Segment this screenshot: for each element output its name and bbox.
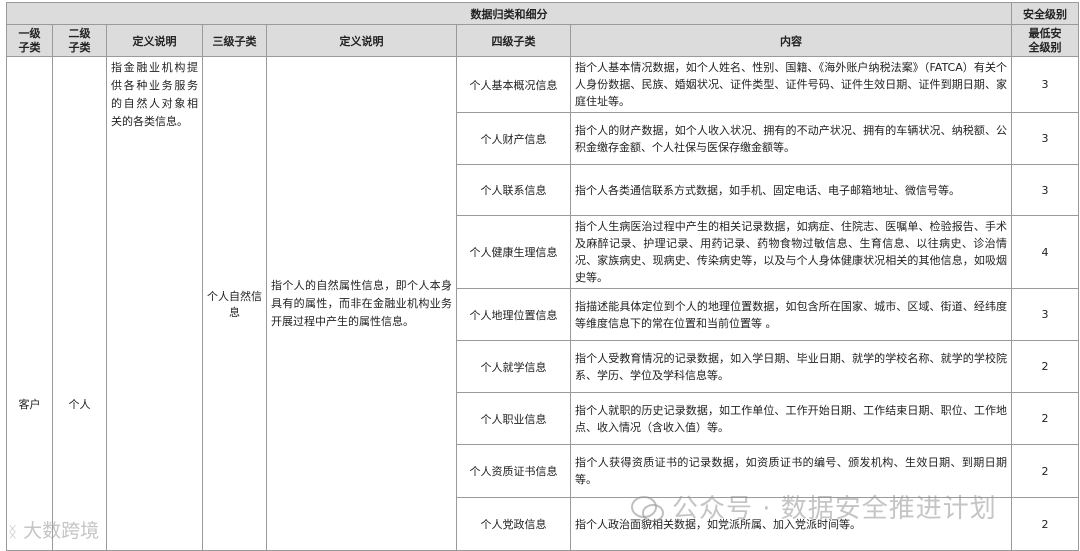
level4-cell: 个人职业信息 [456,392,571,445]
security-level-cell: 2 [1011,497,1080,551]
level4-cell: 个人资质证书信息 [456,444,571,498]
header-row-group: 数据归类和细分 安全级别 [5,2,1080,25]
content-cell: 指个人的财产数据，如个人收入状况、拥有的不动产状况、拥有的车辆状况、纳税额、公积… [569,112,1013,165]
col-level1: 一级 子类 [6,24,53,57]
level4-cell: 个人联系信息 [456,164,571,216]
security-level-cell: 3 [1011,56,1080,113]
level4-cell: 个人就学信息 [456,340,571,393]
level3-def-cell: 指个人的自然属性信息，即个人本身具有的属性，而非在金融业机构业务开展过程中产生的… [266,56,457,551]
security-level-cell: 4 [1011,215,1080,289]
security-level-cell: 3 [1011,164,1080,216]
security-level-cell: 2 [1011,392,1080,445]
level4-cell: 个人党政信息 [456,497,571,551]
data-classification-table: 数据归类和细分 安全级别 一级 子类 二级 子类 定义说明 三级子类 定义说明 … [5,2,1080,551]
security-title: 安全级别 [1011,2,1080,25]
security-level-cell: 2 [1011,444,1080,498]
content-cell: 指个人获得资质证书的记录数据，如资质证书的编号、颁发机构、生效日期、到期日期等。 [569,444,1013,498]
group-title: 数据归类和细分 [5,2,1013,25]
col-content: 内容 [569,24,1013,57]
security-level-cell: 2 [1011,340,1080,393]
level3-cell: 个人自然信息 [202,56,267,551]
table-row: 客户 个人 指金融业机构提供各种业务服务的自然人对象相关的各类信息。 个人自然信息 指个… [6,56,1080,551]
security-level-cell: 3 [1011,112,1080,165]
level4-cell: 个人财产信息 [456,112,571,165]
content-cell: 指个人基本情况数据，如个人姓名、性别、国籍、《海外账户纳税法案》（FATCA）有… [569,56,1013,113]
level4-cell: 个人健康生理信息 [456,215,571,289]
level2-cell: 个人 [52,56,107,551]
col-def2: 定义说明 [266,24,457,57]
level4-cell: 个人地理位置信息 [456,288,571,341]
col-level2: 二级 子类 [52,24,107,57]
content-cell: 指个人各类通信联系方式数据，如手机、固定电话、电子邮箱地址、微信号等。 [569,164,1013,216]
col-def1: 定义说明 [106,24,203,57]
level1-cell: 客户 [6,56,53,551]
content-cell: 指个人受教育情况的记录数据，如入学日期、毕业日期、就学的学校名称、就学的学校院系… [569,340,1013,393]
level4-cell: 个人基本概况信息 [456,56,571,113]
security-level-cell: 3 [1011,288,1080,341]
col-level3: 三级子类 [202,24,267,57]
col-min-level: 最低安 全级别 [1011,24,1080,57]
content-cell: 指个人生病医治过程中产生的相关记录数据，如病症、住院志、医嘱单、检验报告、手术及… [569,215,1013,289]
col-level4: 四级子类 [456,24,571,57]
level2-def-cell: 指金融业机构提供各种业务服务的自然人对象相关的各类信息。 [106,56,203,551]
content-cell: 指个人政治面貌相关数据，如党派所属、加入党派时间等。 [569,497,1013,551]
header-row-columns: 一级 子类 二级 子类 定义说明 三级子类 定义说明 四级子类 内容 最低安 全… [6,24,1080,57]
content-cell: 指描述能具体定位到个人的地理位置数据，如包含所在国家、城市、区域、街道、经纬度等… [569,288,1013,341]
content-cell: 指个人就职的历史记录数据，如工作单位、工作开始日期、工作结束日期、职位、工作地点… [569,392,1013,445]
